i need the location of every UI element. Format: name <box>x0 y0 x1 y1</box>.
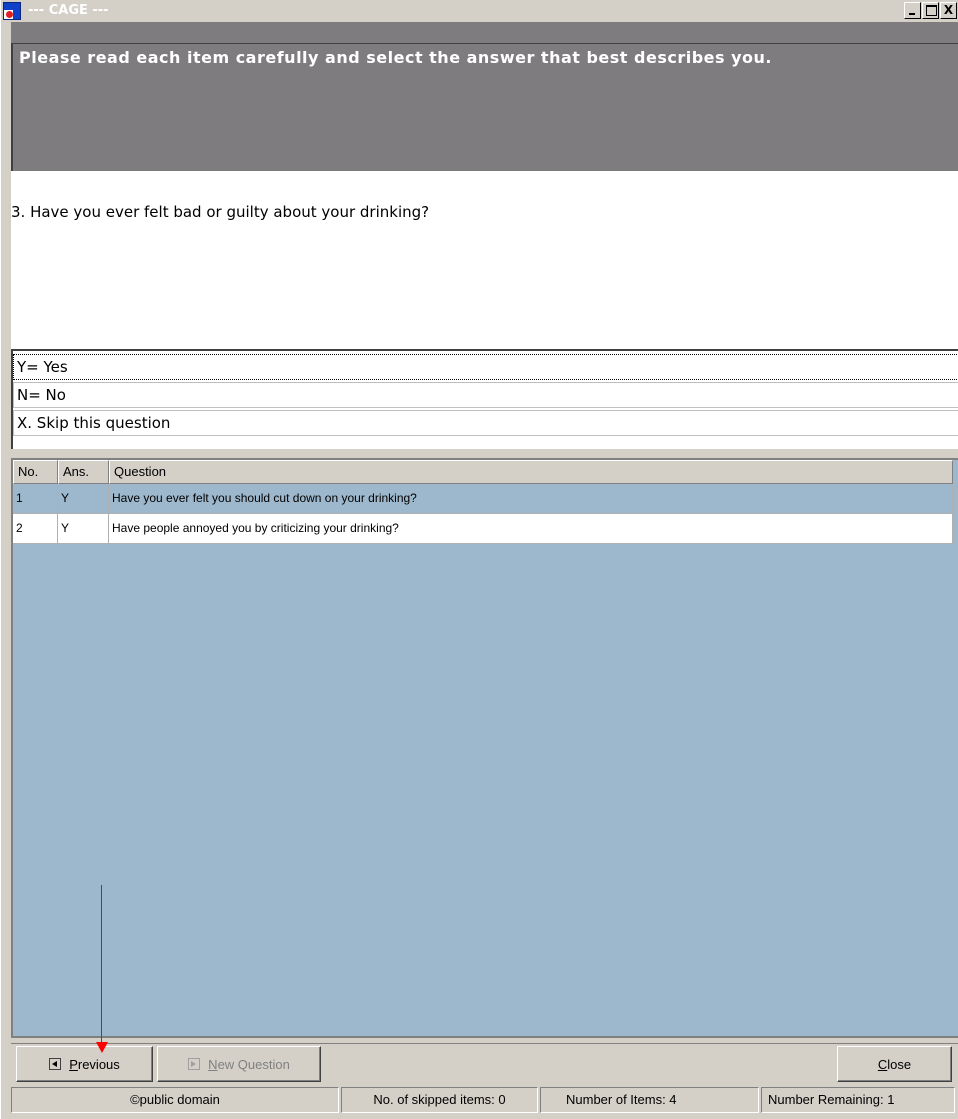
new-question-label: New Question <box>208 1056 290 1072</box>
window-title: --- CAGE --- <box>28 3 109 18</box>
answer-skip[interactable]: X. Skip this question <box>13 410 958 436</box>
maximize-button[interactable] <box>922 2 939 19</box>
close-button[interactable]: Close <box>837 1046 952 1082</box>
cell-question: Have you ever felt you should cut down o… <box>109 484 953 514</box>
status-skipped: No. of skipped items: 0 <box>341 1087 538 1113</box>
title-bar[interactable]: --- CAGE --- X <box>1 0 958 22</box>
table-row[interactable]: 2 Y Have people annoyed you by criticizi… <box>13 514 953 544</box>
window-controls: X <box>903 2 957 20</box>
status-remaining: Number Remaining: 1 <box>761 1087 955 1113</box>
answer-yes[interactable]: Y= Yes <box>13 354 958 380</box>
cell-ans: Y <box>58 514 109 544</box>
app-icon[interactable] <box>3 2 21 20</box>
forward-icon <box>188 1058 201 1070</box>
minimize-button[interactable] <box>904 2 921 19</box>
cell-no: 2 <box>13 514 58 544</box>
previous-button[interactable]: Previous <box>16 1046 153 1082</box>
cell-question: Have people annoyed you by criticizing y… <box>109 514 953 544</box>
answer-no[interactable]: N= No <box>13 382 958 408</box>
status-bar: ©public domain No. of skipped items: 0 N… <box>11 1087 958 1115</box>
previous-label: Previous <box>69 1056 120 1072</box>
close-window-button[interactable]: X <box>940 2 957 19</box>
cell-no: 1 <box>13 484 58 514</box>
status-copyright: ©public domain <box>11 1087 339 1113</box>
cell-ans: Y <box>58 484 109 514</box>
annotation-arrow-line <box>101 885 102 1050</box>
column-header-no[interactable]: No. <box>13 460 58 484</box>
annotation-arrow-head-icon <box>96 1042 108 1053</box>
instruction-text: Please read each item carefully and sele… <box>19 48 772 67</box>
question-text: 3. Have you ever felt bad or guilty abou… <box>11 203 430 221</box>
instruction-panel: Please read each item carefully and sele… <box>11 43 958 171</box>
answered-questions-grid: No. Ans. Question 1 Y Have you ever felt… <box>11 458 958 1038</box>
button-bar: Previous New Question Close <box>11 1043 958 1085</box>
column-header-question[interactable]: Question <box>109 460 953 484</box>
cage-window: --- CAGE --- X Please read each item car… <box>0 0 958 1119</box>
close-label: Close <box>877 1056 912 1072</box>
new-question-button[interactable]: New Question <box>157 1046 321 1082</box>
header-strip <box>11 22 958 43</box>
rewind-icon <box>49 1058 62 1070</box>
grid-header: No. Ans. Question <box>13 460 953 484</box>
question-panel: 3. Have you ever felt bad or guilty abou… <box>11 171 958 349</box>
answer-list: Y= Yes N= No X. Skip this question <box>11 349 958 449</box>
table-row[interactable]: 1 Y Have you ever felt you should cut do… <box>13 484 953 514</box>
status-items: Number of Items: 4 <box>540 1087 759 1113</box>
column-header-ans[interactable]: Ans. <box>58 460 109 484</box>
